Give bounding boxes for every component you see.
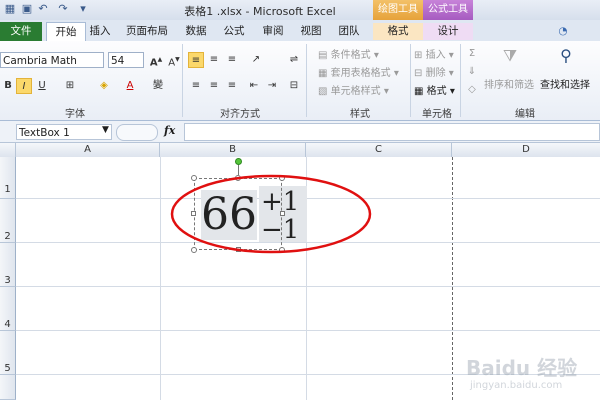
sort-filter-icon[interactable]: ⧩ (500, 48, 520, 68)
fx-icon[interactable]: fx (164, 124, 175, 137)
increase-indent-icon[interactable]: ⇥ (264, 78, 280, 94)
baidu-logo: Baidu 经验 (466, 356, 578, 380)
find-select-icon[interactable]: ⚲ (556, 48, 576, 68)
italic-button[interactable]: I (16, 78, 32, 94)
tab-team[interactable]: 团队 (334, 23, 364, 40)
styles-group-label: 样式 (350, 109, 370, 120)
clear-icon[interactable]: ◇ (464, 82, 480, 98)
tab-review[interactable]: 审阅 (258, 23, 288, 40)
qat-dropdown-icon[interactable]: ▾ (76, 2, 90, 16)
conditional-format-icon: ▤ (318, 50, 328, 61)
tab-format[interactable]: 格式 (373, 23, 423, 40)
alignment-group-label: 对齐方式 (220, 109, 260, 120)
format-as-table-button[interactable]: ▦ 套用表格格式 ▾ (318, 64, 399, 79)
cell-styles-button[interactable]: ▧ 单元格样式 ▾ (318, 82, 389, 97)
decrease-indent-icon[interactable]: ⇤ (246, 78, 262, 94)
name-box[interactable]: TextBox 1 (16, 124, 112, 140)
title-bar: ▦ ▣ ↶ ↷ ▾ 表格1 .xlsx - Microsoft Excel 绘图… (0, 0, 600, 21)
font-name-combo[interactable]: Cambria Math (0, 52, 104, 68)
editing-group-label: 编辑 (515, 109, 535, 120)
insert-cells-button[interactable]: ⊞ 插入 ▾ (414, 46, 454, 61)
column-header-a[interactable]: A (16, 143, 160, 157)
phonetic-icon[interactable]: 變 (150, 78, 166, 94)
save-icon[interactable]: ▣ (20, 2, 34, 16)
wrap-text-icon[interactable]: ⇌ (286, 52, 302, 68)
column-header-d[interactable]: D (452, 143, 600, 157)
baidu-watermark: Baidu 经验 jingyan.baidu.com (466, 352, 596, 398)
merge-center-icon[interactable]: ⊟ (286, 78, 302, 94)
underline-button[interactable]: U (34, 78, 50, 94)
align-center-icon[interactable]: ≡ (206, 78, 222, 94)
row-header-4[interactable]: 4 (0, 287, 16, 331)
row-header-1[interactable]: 1 (0, 157, 16, 199)
sort-filter-button[interactable]: 排序和筛选 (484, 76, 534, 91)
drawing-tools-context: 绘图工具 (373, 0, 423, 20)
align-middle-icon[interactable]: ≡ (206, 52, 222, 68)
window-title: 表格1 .xlsx - Microsoft Excel (184, 5, 336, 18)
fill-icon[interactable]: ⇓ (464, 64, 480, 80)
column-headers: A B C D (0, 143, 600, 158)
annotation-ellipse (170, 174, 372, 254)
formula-bar: TextBox 1 ▼ fx (0, 121, 600, 143)
row-header-6[interactable] (0, 375, 16, 400)
tab-data[interactable]: 数据 (182, 23, 210, 40)
baidu-url: jingyan.baidu.com (470, 380, 563, 391)
redo-icon[interactable]: ↷ (56, 2, 70, 16)
rotate-handle[interactable] (235, 158, 242, 165)
formula-input[interactable] (184, 123, 600, 141)
format-table-icon: ▦ (318, 68, 328, 79)
annotation-ellipse-shape (170, 174, 372, 254)
ribbon-tabs: 文件 开始 插入 页面布局 数据 公式 审阅 视图 团队 格式 设计 ◔ (0, 20, 600, 42)
align-top-icon[interactable]: ≡ (188, 52, 204, 68)
row-header-2[interactable]: 2 (0, 199, 16, 243)
row-header-3[interactable]: 3 (0, 243, 16, 287)
cell-styles-icon: ▧ (318, 86, 328, 97)
align-left-icon[interactable]: ≡ (188, 78, 204, 94)
shrink-font-icon[interactable]: A▼ (166, 52, 182, 68)
help-icon[interactable]: ◔ (556, 23, 570, 40)
bold-button[interactable]: B (0, 78, 16, 94)
tab-design[interactable]: 设计 (423, 23, 473, 40)
delete-icon: ⊟ (414, 68, 423, 79)
font-color-icon[interactable]: A (122, 78, 138, 94)
border-icon[interactable]: ⊞ (62, 78, 78, 94)
select-all-corner[interactable] (0, 143, 16, 157)
conditional-format-button[interactable]: ▤ 条件格式 ▾ (318, 46, 379, 61)
font-group-label: 字体 (65, 109, 85, 120)
find-select-button[interactable]: 查找和选择 (540, 76, 590, 91)
autosum-icon[interactable]: Σ (464, 46, 480, 62)
orientation-icon[interactable]: ↗ (248, 52, 264, 68)
insert-icon: ⊞ (414, 50, 423, 61)
format-cells-button[interactable]: ▦ 格式 ▾ (414, 82, 455, 97)
row-header-5[interactable]: 5 (0, 331, 16, 375)
cells-group-label: 单元格 (422, 109, 452, 120)
tab-file[interactable]: 文件 (0, 22, 42, 41)
format-icon: ▦ (414, 86, 424, 97)
tab-formulas[interactable]: 公式 (220, 23, 248, 40)
fill-color-icon[interactable]: ◈ (96, 78, 112, 94)
delete-cells-button[interactable]: ⊟ 删除 ▾ (414, 64, 454, 79)
undo-icon[interactable]: ↶ (36, 2, 50, 16)
align-right-icon[interactable]: ≡ (224, 78, 240, 94)
grow-font-icon[interactable]: A▲ (148, 52, 164, 68)
excel-icon: ▦ (4, 2, 16, 15)
name-box-dropdown-icon[interactable]: ▼ (102, 125, 109, 135)
tab-home[interactable]: 开始 (46, 22, 86, 42)
formula-bar-divider (116, 124, 158, 141)
tab-insert[interactable]: 插入 (86, 23, 114, 40)
column-header-b[interactable]: B (160, 143, 306, 157)
tab-page-layout[interactable]: 页面布局 (124, 23, 170, 40)
tab-view[interactable]: 视图 (296, 23, 326, 40)
font-size-combo[interactable]: 54 (108, 52, 144, 68)
align-bottom-icon[interactable]: ≡ (224, 52, 240, 68)
column-header-c[interactable]: C (306, 143, 452, 157)
equation-tools-context: 公式工具 (423, 0, 473, 20)
